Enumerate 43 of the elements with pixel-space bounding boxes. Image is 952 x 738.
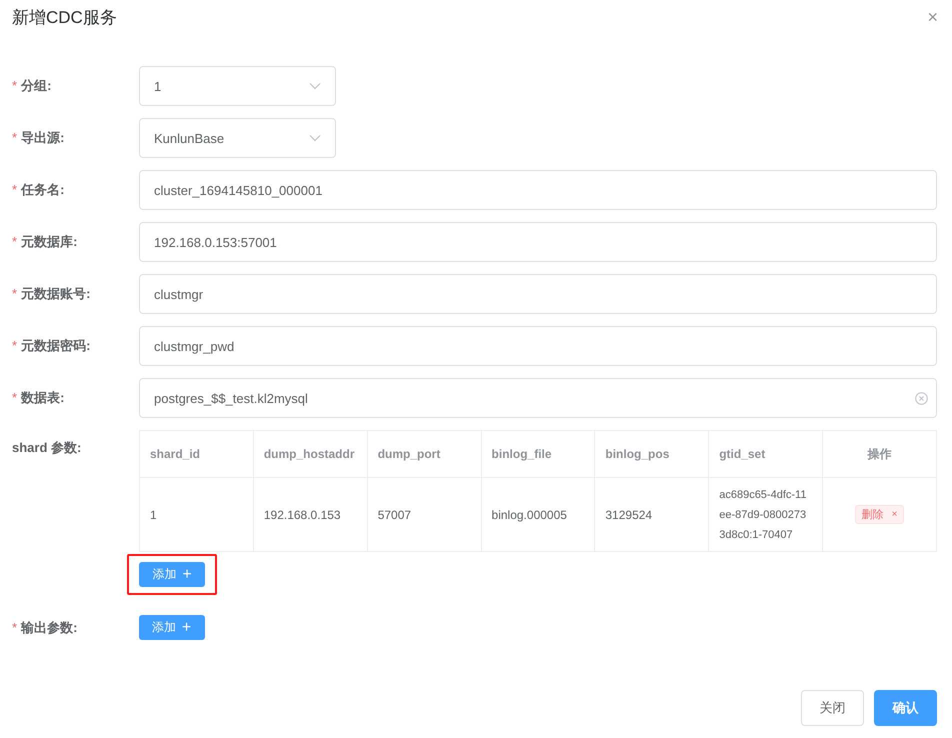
close-button[interactable]: × bbox=[927, 8, 938, 26]
clear-icon[interactable] bbox=[915, 392, 928, 404]
field-label: 分组: bbox=[21, 78, 52, 93]
required-mark: * bbox=[12, 390, 18, 405]
column-header: dump_port bbox=[367, 430, 482, 478]
select-field[interactable]: KunlunBase bbox=[139, 118, 336, 158]
required-mark: * bbox=[12, 130, 18, 145]
field-label: shard 参数: bbox=[12, 440, 82, 455]
table-cell: 192.168.0.153 bbox=[253, 478, 368, 552]
column-header: 操作 bbox=[822, 430, 936, 478]
input-field[interactable]: postgres_$$_test.kl2mysql bbox=[139, 378, 937, 418]
column-header: dump_hostaddr bbox=[253, 430, 368, 478]
field-label: 导出源: bbox=[21, 130, 64, 145]
required-mark: * bbox=[12, 182, 18, 197]
column-header: gtid_set bbox=[708, 430, 823, 478]
field-label: 输出参数: bbox=[21, 620, 78, 634]
required-mark: * bbox=[12, 620, 18, 634]
table-cell: 1 bbox=[140, 478, 254, 552]
table-cell: 57007 bbox=[367, 478, 482, 552]
select-field[interactable]: 1 bbox=[139, 66, 336, 106]
table-cell: ac689c65-4dfc-11ee-87d9-08002733d8c0:1-70407 bbox=[708, 478, 823, 552]
input-field[interactable]: clustmgr bbox=[139, 274, 937, 314]
input-field[interactable]: clustmgr_pwd bbox=[139, 326, 937, 366]
required-mark: * bbox=[12, 78, 18, 93]
table-cell: 3129524 bbox=[594, 478, 709, 552]
chevron-down-icon bbox=[309, 82, 321, 90]
required-mark: * bbox=[12, 338, 18, 353]
input-field[interactable]: cluster_1694145810_000001 bbox=[139, 170, 937, 210]
required-mark: * bbox=[12, 286, 18, 301]
field-label: 元数据密码: bbox=[21, 338, 90, 353]
table-cell: binlog.000005 bbox=[481, 478, 595, 552]
field-label: 任务名: bbox=[21, 182, 64, 197]
chevron-down-icon bbox=[309, 134, 321, 142]
field-label: 元数据账号: bbox=[21, 286, 90, 301]
field-label: 数据表: bbox=[21, 390, 64, 405]
column-header: binlog_pos bbox=[594, 430, 709, 478]
column-header: shard_id bbox=[140, 430, 254, 478]
cancel-button[interactable]: 关闭 bbox=[801, 690, 864, 726]
column-header: binlog_file bbox=[481, 430, 595, 478]
required-mark: * bbox=[12, 234, 18, 249]
field-label: 元数据库: bbox=[21, 234, 78, 249]
input-field[interactable]: 192.168.0.153:57001 bbox=[139, 222, 937, 262]
dialog-title: 新增CDC服务 bbox=[12, 6, 117, 28]
